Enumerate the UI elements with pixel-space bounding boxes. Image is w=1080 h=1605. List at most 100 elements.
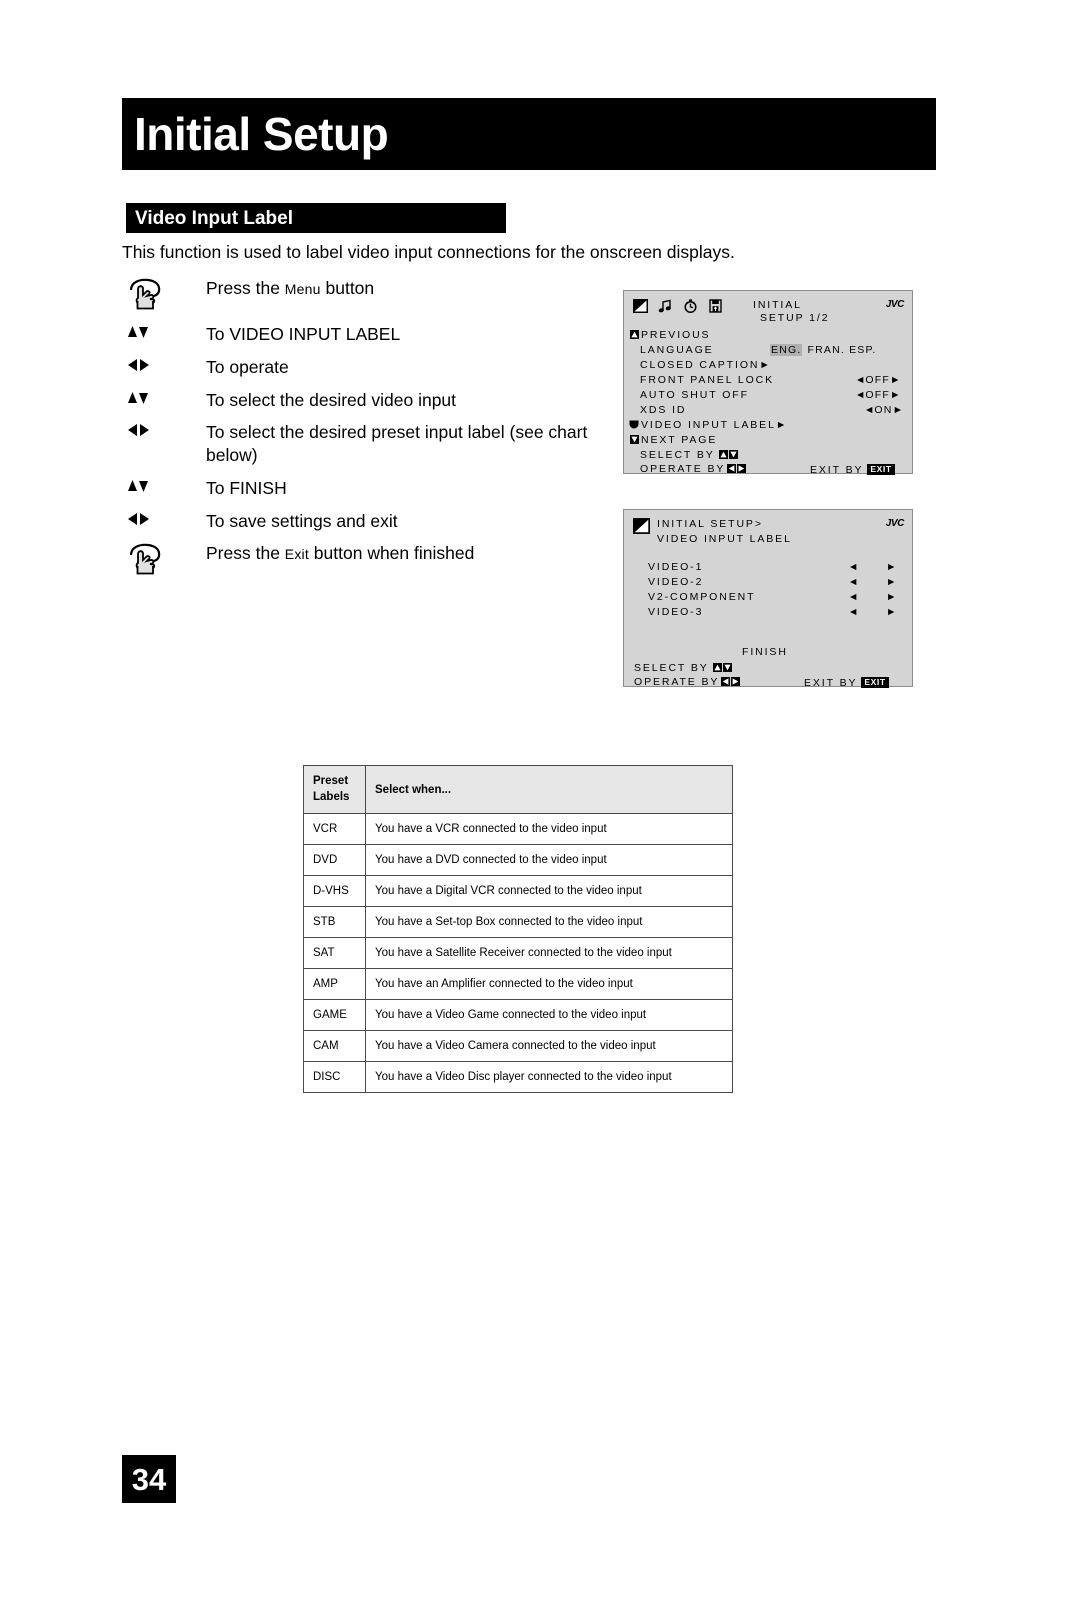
preset-labels-table: Preset Labels Select when... VCR You hav… [303, 765, 733, 1093]
list-item: To select the desired video input [122, 388, 602, 412]
osd-exit-hint: EXIT BY EXIT [810, 464, 895, 476]
cell-description: You have a Satellite Receiver connected … [365, 937, 733, 969]
osd-previous-row: PREVIOUS [630, 330, 710, 341]
osd-left-arrow-icon-4[interactable]: ◄ [848, 607, 858, 618]
cell-preset-label: AMP [303, 968, 366, 1000]
step-text: To save settings and exit [206, 510, 398, 531]
setup-save-icon[interactable] [708, 299, 723, 313]
osd-header-line1: INITIAL SETUP> [657, 518, 763, 530]
osd-closed-caption-row[interactable]: CLOSED CAPTION► [640, 360, 770, 371]
osd-auto-shut-off-label[interactable]: AUTO SHUT OFF [640, 390, 749, 401]
cell-preset-label: VCR [303, 813, 366, 845]
osd-right-arrow-icon-1[interactable]: ► [886, 562, 896, 573]
osd-left-arrow-icon-1[interactable]: ◄ [848, 562, 858, 573]
osd-left-arrow-icon-3[interactable]: ◄ [848, 592, 858, 603]
cell-preset-label: SAT [303, 937, 366, 969]
up-down-arrows-icon [718, 450, 738, 459]
osd-select-hint: SELECT BY [640, 450, 738, 461]
up-down-arrows-icon [122, 476, 206, 495]
osd-row-video-1[interactable]: VIDEO-1 [648, 562, 703, 573]
osd-front-panel-lock-value[interactable]: ◄OFF► [855, 375, 900, 386]
step-text: Press the Exit button when finished [206, 543, 475, 564]
osd-finish-row[interactable]: FINISH [742, 647, 788, 658]
column-header-preset-labels: Preset Labels [303, 765, 366, 814]
osd-right-arrow-icon-2[interactable]: ► [886, 577, 896, 588]
osd-language-selected[interactable]: ENG. [770, 344, 803, 356]
cell-preset-label: D-VHS [303, 875, 366, 907]
audio-note-icon[interactable] [658, 299, 673, 313]
table-row: D-VHS You have a Digital VCR connected t… [303, 875, 733, 907]
osd-xds-id-value[interactable]: ◄ON► [864, 405, 903, 416]
timer-clock-icon[interactable] [683, 299, 698, 313]
left-right-arrows-icon [122, 509, 206, 528]
osd-video-input-label-row[interactable]: VIDEO INPUT LABEL► [629, 420, 786, 431]
osd-row-video-2[interactable]: VIDEO-2 [648, 577, 703, 588]
down-arrow-icon[interactable] [630, 435, 639, 444]
up-down-arrows-icon [122, 322, 206, 341]
osd-operate-hint: OPERATE BY [634, 677, 741, 688]
list-item: Press the Menu button [122, 276, 602, 313]
cell-preset-label: GAME [303, 999, 366, 1031]
column-header-line1: Preset [313, 774, 349, 787]
table-row: GAME You have a Video Game connected to … [303, 999, 733, 1031]
osd-header-line1: INITIAL [753, 299, 802, 311]
osd-header-line2: SETUP 1/2 [760, 312, 830, 324]
cell-preset-label: DVD [303, 844, 366, 876]
osd-right-arrow-icon-3[interactable]: ► [886, 592, 896, 603]
left-right-arrows-icon [122, 420, 206, 439]
table-header-row: Preset Labels Select when... [303, 765, 733, 814]
cell-description: You have a Video Game connected to the v… [365, 999, 733, 1031]
osd-xds-id-label[interactable]: XDS ID [640, 405, 686, 416]
osd-front-panel-lock-label[interactable]: FRONT PANEL LOCK [640, 375, 774, 386]
column-header-line2: Labels [313, 790, 350, 803]
step-text: To select the desired video input [206, 389, 457, 410]
step-text: To select the desired preset input label… [206, 422, 588, 465]
cell-preset-label: STB [303, 906, 366, 938]
osd-language-label[interactable]: LANGUAGE [640, 345, 714, 356]
list-item: To operate [122, 355, 602, 379]
up-arrow-icon[interactable] [630, 330, 639, 339]
exit-badge[interactable]: EXIT [861, 677, 889, 688]
table-row: AMP You have an Amplifier connected to t… [303, 968, 733, 1000]
step-text: Press the Menu button [206, 278, 375, 298]
page-number: 34 [122, 1455, 176, 1503]
osd-operate-hint: OPERATE BY [640, 464, 747, 475]
osd-left-arrow-icon-2[interactable]: ◄ [848, 577, 858, 588]
cell-description: You have a Video Camera connected to the… [365, 1030, 733, 1062]
list-item: To select the desired preset input label… [122, 420, 602, 467]
left-right-arrows-icon [727, 464, 747, 473]
section-heading-text: Video Input Label [135, 207, 293, 229]
up-down-arrows-icon [122, 388, 206, 407]
list-item: Press the Exit button when finished [122, 541, 602, 578]
picture-icon[interactable] [633, 518, 650, 539]
list-item: To VIDEO INPUT LABEL [122, 322, 602, 346]
osd-row-v2-component[interactable]: V2-COMPONENT [648, 592, 755, 603]
osd-language-options[interactable]: FRAN. ESP. [807, 344, 876, 356]
cell-preset-label: CAM [303, 1030, 366, 1062]
osd-auto-shut-off-value[interactable]: ◄OFF► [855, 390, 900, 401]
column-header-select-when: Select when... [365, 765, 733, 814]
osd-row-video-3[interactable]: VIDEO-3 [648, 607, 703, 618]
osd-category-icon-row [633, 299, 723, 313]
page-title-banner: Initial Setup [122, 98, 936, 170]
exit-badge[interactable]: EXIT [867, 464, 895, 475]
osd-select-hint: SELECT BY [634, 663, 732, 674]
osd-right-arrow-icon-4[interactable]: ► [886, 607, 896, 618]
cell-description: You have a DVD connected to the video in… [365, 844, 733, 876]
picture-icon[interactable] [633, 299, 648, 313]
jvc-logo: JVC [885, 518, 905, 529]
intro-paragraph: This function is used to label video inp… [122, 242, 735, 262]
cell-description: You have a Video Disc player connected t… [365, 1061, 733, 1093]
cell-description: You have a VCR connected to the video in… [365, 813, 733, 845]
cursor-pointer-icon[interactable] [629, 420, 639, 429]
left-right-arrows-icon [721, 677, 741, 686]
step-text: To operate [206, 356, 289, 377]
press-button-icon [122, 276, 206, 313]
table-row: STB You have a Set-top Box connected to … [303, 906, 733, 938]
list-item: To save settings and exit [122, 509, 602, 533]
cell-description: You have a Digital VCR connected to the … [365, 875, 733, 907]
osd-language-values[interactable]: ENG. FRAN. ESP. [770, 344, 876, 356]
table-row: DISC You have a Video Disc player connec… [303, 1061, 733, 1093]
press-button-icon [122, 541, 206, 578]
osd-next-page-row[interactable]: NEXT PAGE [630, 435, 717, 446]
